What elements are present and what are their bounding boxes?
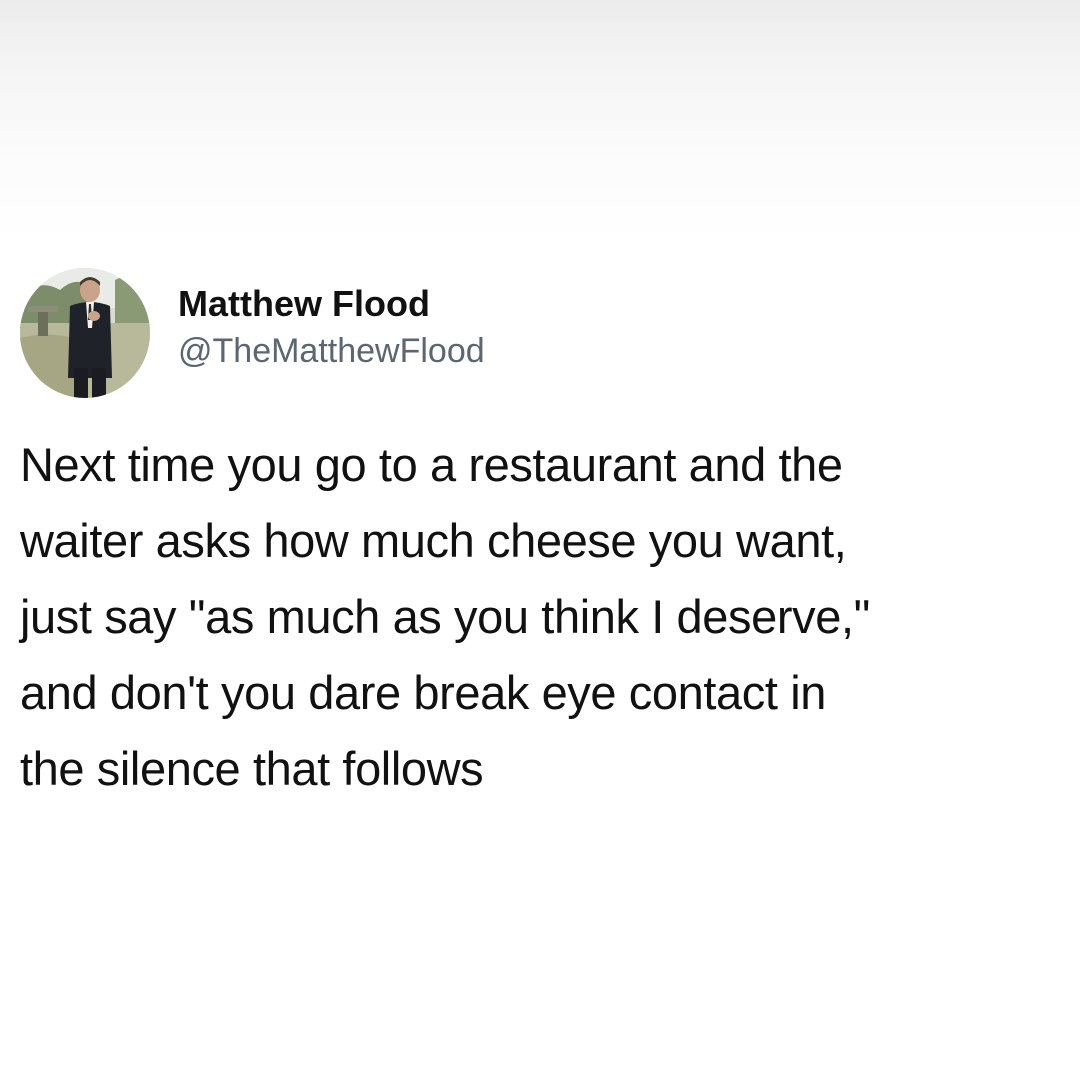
avatar[interactable] — [20, 268, 150, 398]
author-handle[interactable]: @TheMatthewFlood — [178, 326, 485, 376]
author-names: Matthew Flood @TheMatthewFlood — [178, 282, 485, 376]
tweet-text-line: Next time you go to a restaurant and the — [20, 438, 843, 491]
author-display-name[interactable]: Matthew Flood — [178, 282, 485, 326]
tweet-card: Matthew Flood @TheMatthewFlood Next time… — [20, 268, 1060, 807]
tweet-text-line: waiter asks how much cheese you want, — [20, 514, 847, 567]
tweet-text-line: the silence that follows — [20, 742, 484, 795]
profile-photo-icon — [20, 268, 150, 398]
tweet-text: Next time you go to a restaurant and the… — [20, 427, 1060, 807]
tweet-text-line: just say "as much as you think I deserve… — [20, 590, 870, 643]
tweet-header: Matthew Flood @TheMatthewFlood — [20, 268, 1060, 400]
tweet-screenshot: Matthew Flood @TheMatthewFlood Next time… — [0, 0, 1080, 1080]
tweet-text-line: and don't you dare break eye contact in — [20, 666, 826, 719]
